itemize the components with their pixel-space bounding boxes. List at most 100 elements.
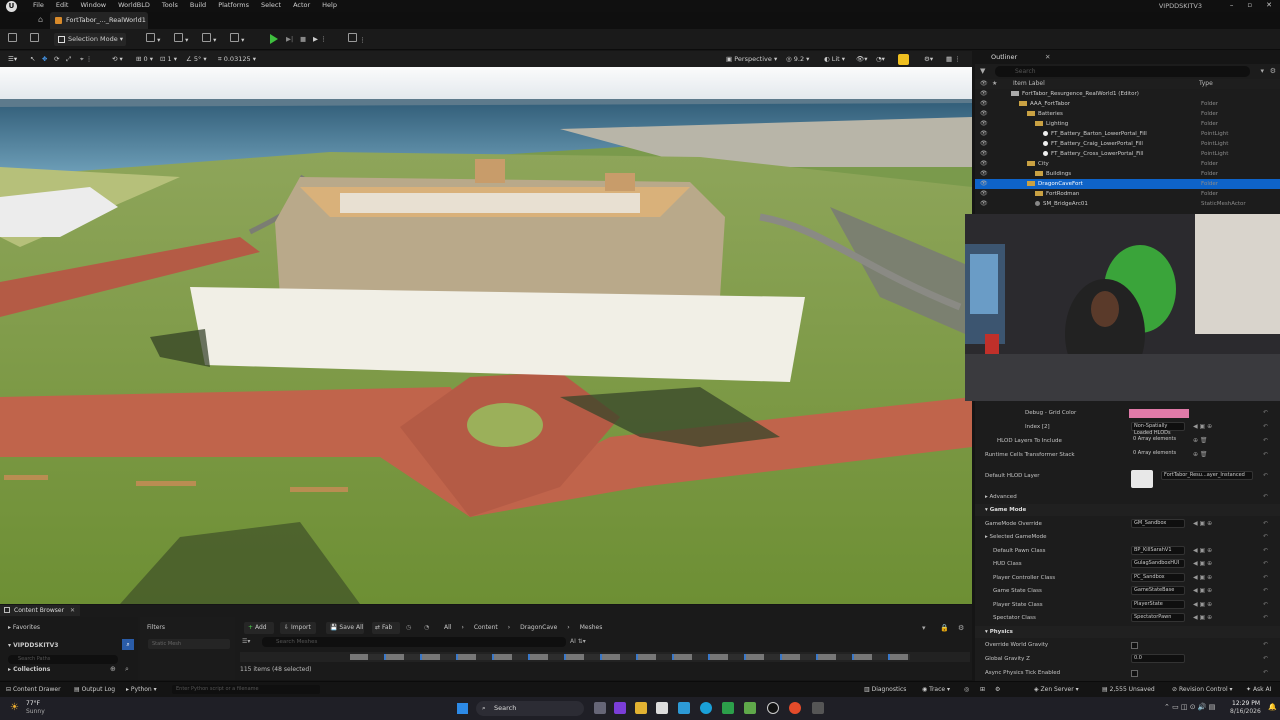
- show-flags-icon[interactable]: 👁▾: [856, 53, 868, 66]
- broadcast-icon[interactable]: ◎: [964, 682, 969, 697]
- reset-to-default-icon[interactable]: ↶: [1263, 531, 1268, 543]
- item-label-column[interactable]: Item Label: [1013, 80, 1045, 87]
- chrome-icon[interactable]: [789, 702, 801, 714]
- property-value[interactable]: 0 Array elements: [1131, 436, 1185, 445]
- close-tab-icon[interactable]: ✕: [70, 605, 75, 616]
- settings-icon[interactable]: ⚙: [995, 682, 1000, 697]
- menu-item-help[interactable]: Help: [322, 1, 337, 9]
- reset-to-default-icon[interactable]: ↶: [1263, 545, 1268, 557]
- visibility-icon[interactable]: 👁: [980, 89, 988, 99]
- weather-sun-icon[interactable]: ☀: [10, 702, 19, 713]
- asset-thumbnail-strip[interactable]: [240, 652, 970, 662]
- property-value[interactable]: GM_Sandbox: [1131, 519, 1185, 528]
- content-browser-tab[interactable]: Content Browser ✕: [0, 605, 80, 616]
- step-icon[interactable]: ▶|: [286, 33, 293, 46]
- outliner-search-input[interactable]: Search: [995, 66, 1250, 77]
- stats-icon[interactable]: ⊞: [980, 682, 985, 697]
- content-drawer-button[interactable]: ⊟ Content Drawer: [6, 682, 61, 697]
- property-value[interactable]: 0 Array elements: [1131, 450, 1185, 459]
- property-checkbox[interactable]: [1131, 642, 1138, 649]
- visibility-icon[interactable]: 👁: [980, 129, 988, 139]
- add-button[interactable]: + Add: [244, 622, 274, 634]
- menu-item-actor[interactable]: Actor: [293, 1, 310, 9]
- property-checkbox[interactable]: [1131, 670, 1138, 677]
- breadcrumb-item[interactable]: All: [444, 624, 451, 631]
- visibility-icon[interactable]: 👁: [980, 119, 988, 129]
- visibility-icon[interactable]: 👁: [980, 189, 988, 199]
- search-paths-icon[interactable]: ⌕: [122, 639, 134, 650]
- history-forward-icon[interactable]: ◔: [424, 624, 429, 631]
- static-mesh-filter[interactable]: Static Mesh: [148, 639, 230, 649]
- reset-to-default-icon[interactable]: ↶: [1263, 572, 1268, 584]
- store-icon[interactable]: [656, 702, 668, 714]
- asset-search-input[interactable]: Search Meshes: [262, 637, 566, 647]
- menu-item-select[interactable]: Select: [261, 1, 281, 9]
- diagnostics-button[interactable]: ▥ Diagnostics: [864, 682, 906, 697]
- property-actions-icon[interactable]: ⊕ 🗑: [1193, 435, 1208, 447]
- performance-icon[interactable]: ◔▾: [876, 53, 885, 66]
- property-actions-icon[interactable]: ◀ ▣ ⊕: [1193, 558, 1212, 570]
- visibility-icon[interactable]: 👁: [980, 179, 988, 189]
- grid-color-swatch[interactable]: [1129, 409, 1189, 418]
- menu-item-edit[interactable]: Edit: [56, 1, 69, 9]
- outliner-row[interactable]: 👁 Buildings Folder: [975, 169, 1280, 179]
- property-actions-icon[interactable]: ◀ ▣ ⊕: [1193, 545, 1212, 557]
- outliner-row[interactable]: 👁 FT_Battery_Cross_LowerPortal_Fill PointL…: [975, 149, 1280, 159]
- add-actor-icon[interactable]: ▾: [146, 33, 160, 46]
- file-explorer-icon[interactable]: [635, 702, 647, 714]
- property-value[interactable]: GulagSandboxHUI: [1131, 559, 1185, 568]
- task-view-icon[interactable]: [594, 702, 606, 714]
- filter-dropdown-icon[interactable]: ☰▾: [242, 638, 250, 645]
- outliner-row[interactable]: 👁 Lighting Folder: [975, 119, 1280, 129]
- reset-to-default-icon[interactable]: ↶: [1263, 435, 1268, 447]
- edge-icon[interactable]: [700, 702, 712, 714]
- unreal-logo-icon[interactable]: U: [6, 1, 17, 12]
- tray-icons[interactable]: ⌃ ▭ ◫ ⊙ 🔊 ▤: [1164, 703, 1215, 711]
- property-value[interactable]: SpectatorPawn: [1131, 613, 1185, 622]
- reset-to-default-icon[interactable]: ↶: [1263, 470, 1268, 482]
- outliner-row[interactable]: 👁 SM_BridgeArc01 StaticMeshActor: [975, 199, 1280, 209]
- fab-button[interactable]: ⇄ Fab: [372, 622, 400, 634]
- outliner-row[interactable]: 👁 FT_Battery_Craig_LowerPortal_Fill PointL…: [975, 139, 1280, 149]
- maximize-icon[interactable]: ▫: [1247, 1, 1252, 9]
- property-value[interactable]: BP_KillSarahV1: [1131, 546, 1185, 555]
- visibility-icon[interactable]: 👁: [980, 149, 988, 159]
- property-actions-icon[interactable]: ⊕ 🗑: [1193, 449, 1208, 461]
- lock-column-icon[interactable]: ★: [992, 79, 997, 89]
- save-icon[interactable]: [8, 33, 17, 46]
- scale-tool-icon[interactable]: ⤢: [66, 53, 71, 66]
- menu-item-build[interactable]: Build: [190, 1, 206, 9]
- breadcrumb-dropdown-icon[interactable]: ▾: [922, 624, 926, 632]
- add-filter-icon[interactable]: ▾: [1260, 67, 1264, 75]
- outliner-row[interactable]: 👁 City Folder: [975, 159, 1280, 169]
- outliner-settings-icon[interactable]: ⚙: [1270, 67, 1276, 75]
- property-actions-icon[interactable]: ◀ ▣ ⊕: [1193, 585, 1212, 597]
- play-button[interactable]: [270, 34, 278, 47]
- stop-icon[interactable]: ■: [300, 33, 306, 46]
- search-collections-icon[interactable]: ⌕: [125, 665, 129, 674]
- breadcrumb-separator-icon[interactable]: ›: [461, 624, 463, 631]
- reset-to-default-icon[interactable]: ↶: [1263, 518, 1268, 530]
- reset-to-default-icon[interactable]: ↶: [1263, 639, 1268, 651]
- surface-snap-icon[interactable]: ⟲ ▾: [112, 53, 123, 66]
- property-value[interactable]: FortTabor_Resu...ayer_Instanced: [1161, 471, 1253, 480]
- close-outliner-icon[interactable]: ✕: [1045, 50, 1050, 64]
- visibility-icon[interactable]: 👁: [980, 139, 988, 149]
- collections-section[interactable]: ▸ Collections: [8, 666, 50, 673]
- reset-to-default-icon[interactable]: ↶: [1263, 407, 1268, 419]
- search-options-icon[interactable]: AI ⇅▾: [570, 638, 586, 645]
- output-log-button[interactable]: ▤ Output Log: [74, 682, 115, 697]
- notification-icon[interactable]: 🔔: [1268, 703, 1277, 711]
- breadcrumb-separator-icon[interactable]: ›: [508, 624, 510, 631]
- build-icon[interactable]: ▾: [230, 33, 244, 46]
- viewport-settings-icon[interactable]: ⚙▾: [924, 53, 933, 66]
- play-options-icon[interactable]: ▶ ⋮: [313, 33, 327, 46]
- app-icon[interactable]: [744, 702, 756, 714]
- reset-to-default-icon[interactable]: ↶: [1263, 653, 1268, 665]
- view-mode-dropdown[interactable]: ◐ Lit ▾: [824, 53, 845, 66]
- snap-value[interactable]: ⌗ 0.03125 ▾: [218, 53, 256, 66]
- breadcrumb-item[interactable]: Content: [474, 624, 498, 631]
- import-button[interactable]: ⇩ Import: [280, 622, 316, 634]
- property-actions-icon[interactable]: ◀ ▣ ⊕: [1193, 572, 1212, 584]
- property-actions-icon[interactable]: ◀ ▣ ⊕: [1193, 612, 1212, 624]
